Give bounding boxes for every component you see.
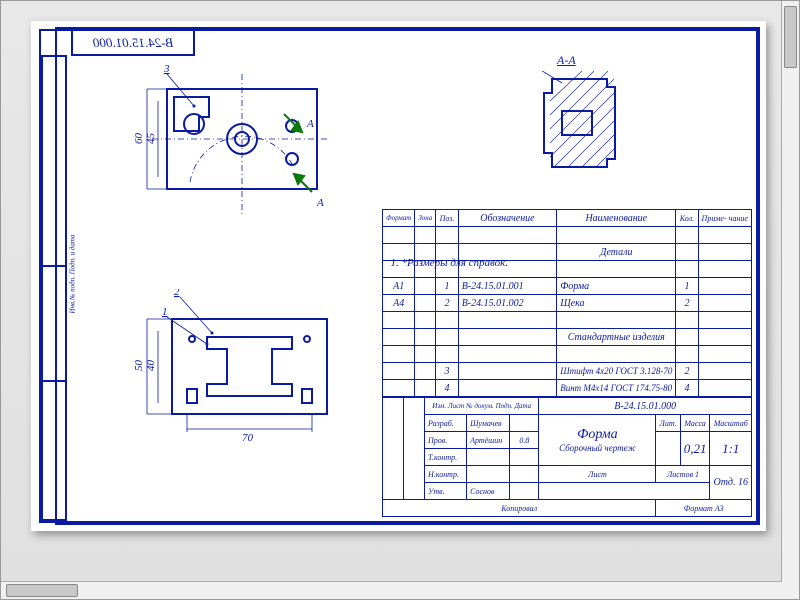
bom-row: 3 Штифт 4х20 ГОСТ 3.128-70 2: [383, 363, 752, 380]
vertical-scrollbar[interactable]: [781, 1, 799, 599]
bom-section-parts: Детали: [557, 244, 676, 261]
bom-h-zone: Зона: [415, 210, 436, 227]
bom-table: Формат Зона Поз. Обозначение Наименовани…: [382, 209, 752, 397]
bom-h-format: Формат: [383, 210, 415, 227]
section-arrow-a2: А: [316, 197, 324, 209]
dim-60: 60: [133, 133, 145, 145]
titleblock-name: Форма: [542, 427, 652, 443]
top-view: А А 3 60 45: [112, 64, 352, 234]
bom-h-note: Приме- чание: [698, 210, 751, 227]
title-block: Формат Зона Поз. Обозначение Наименовани…: [382, 209, 752, 517]
titleblock-sub: Сборочный чертеж: [542, 443, 652, 453]
horizontal-scrollbar-thumb[interactable]: [6, 584, 78, 597]
bom-row: A4 2 В-24.15.01.002 Щека 2: [383, 295, 752, 312]
bom-h-name: Наименование: [557, 210, 676, 227]
dim-70: 70: [242, 432, 254, 444]
drawing-sheet: В-24.15.01.000 Инв.№ подп. Подп. и дата: [31, 21, 766, 531]
section-view: 4: [532, 71, 642, 191]
frame-inner: А А 3 60 45 А-А: [55, 27, 760, 525]
titleblock-table: Изм. Лист № докум. Подп. Дата В-24.15.01…: [382, 397, 752, 517]
callout-1: 1: [162, 306, 168, 318]
bom-row: 4 Винт М4х14 ГОСТ 174.75-80 4: [383, 380, 752, 397]
dim-40: 40: [145, 360, 157, 372]
cad-viewport: В-24.15.01.000 Инв.№ подп. Подп. и дата: [0, 0, 800, 600]
titleblock-org: Отд. 16: [710, 466, 752, 500]
section-arrow-a1: А: [306, 118, 314, 130]
callout-3: 3: [163, 64, 170, 75]
callout-2: 2: [174, 289, 180, 298]
bom-h-qty: Кол.: [676, 210, 698, 227]
bom-section-std: Стандартные изделия: [557, 329, 676, 346]
horizontal-scrollbar[interactable]: [1, 581, 782, 599]
dim-50: 50: [133, 360, 145, 372]
bom-h-des: Обозначение: [458, 210, 557, 227]
titleblock-number: В-24.15.01.000: [539, 398, 752, 415]
section-label: А-А: [557, 53, 576, 68]
vertical-scrollbar-thumb[interactable]: [784, 6, 797, 68]
bom-h-pos: Поз.: [436, 210, 458, 227]
bom-row: A1 1 В-24.15.01.001 Форма 1: [383, 278, 752, 295]
dim-45: 45: [145, 133, 157, 145]
front-view: 1 2 50 40 70: [112, 289, 372, 459]
